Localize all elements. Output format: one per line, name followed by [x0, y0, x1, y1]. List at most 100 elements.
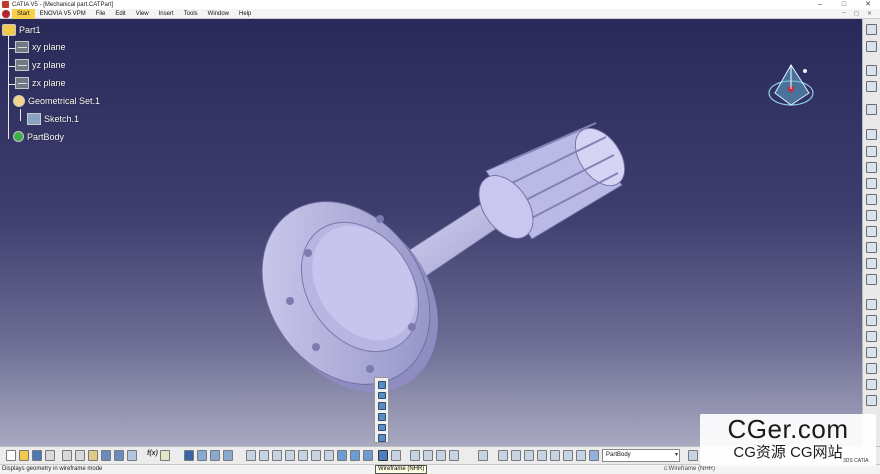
normal-view-icon[interactable]	[298, 450, 308, 461]
copy-icon[interactable]	[75, 450, 85, 461]
iso-view-icon[interactable]	[324, 450, 334, 461]
customize-view-icon[interactable]	[377, 434, 386, 443]
current-body-dropdown[interactable]: PartBody ▾	[602, 449, 680, 462]
close-button[interactable]: ✕	[856, 0, 880, 9]
shading-icon[interactable]	[377, 381, 386, 389]
cut-icon[interactable]	[62, 450, 72, 461]
tree-node-zx-plane[interactable]: zx plane	[15, 77, 66, 89]
menu-insert[interactable]: Insert	[154, 9, 179, 19]
assemble-icon[interactable]	[511, 450, 521, 461]
measure-icon[interactable]	[197, 450, 207, 461]
sketcher-icon[interactable]	[866, 24, 877, 35]
draft-icon[interactable]	[866, 299, 877, 310]
chamfer-icon[interactable]	[866, 274, 877, 285]
menu-window[interactable]: Window	[203, 9, 234, 19]
apply-material-icon[interactable]	[449, 450, 459, 461]
thread-icon[interactable]	[866, 347, 877, 358]
command-input[interactable]: c:Wireframe (NHR)	[664, 465, 715, 474]
catalog-icon[interactable]	[478, 450, 488, 461]
render-style-icon[interactable]	[391, 450, 401, 461]
sketch-icon	[27, 113, 41, 125]
doc-close-button[interactable]: ✕	[867, 10, 872, 17]
new-file-icon[interactable]	[6, 450, 16, 461]
add-icon[interactable]	[524, 450, 534, 461]
knowledge-icon[interactable]	[160, 450, 170, 461]
define-in-work-object-icon[interactable]	[688, 450, 698, 461]
shading-edges-hidden-icon[interactable]	[377, 402, 386, 411]
menu-tools[interactable]: Tools	[179, 9, 203, 19]
boolean-icon[interactable]	[498, 450, 508, 461]
constraint-icon[interactable]	[423, 450, 433, 461]
thickness-icon[interactable]	[866, 331, 877, 342]
pocket-icon[interactable]	[866, 146, 877, 157]
macro-icon[interactable]	[184, 450, 194, 461]
pan-icon[interactable]	[246, 450, 256, 461]
minimize-button[interactable]: –	[808, 0, 832, 9]
doc-restore-button[interactable]: ◻	[854, 10, 859, 17]
tree-node-xy-plane[interactable]: xy plane	[15, 41, 66, 53]
shell-icon[interactable]	[866, 315, 877, 326]
tree-node-part1[interactable]: Part1	[2, 24, 41, 36]
fly-mode-icon[interactable]	[210, 450, 220, 461]
groove-icon[interactable]	[866, 178, 877, 189]
wireframe-mode-icon[interactable]	[378, 450, 388, 461]
rotate-icon[interactable]	[259, 450, 269, 461]
remove-lump-icon[interactable]	[576, 450, 586, 461]
slot-icon[interactable]	[866, 226, 877, 237]
analysis-icon[interactable]	[436, 450, 446, 461]
tree-label: yz plane	[32, 60, 66, 70]
3d-viewport[interactable]: Part1 xy plane yz plane zx plane Geometr…	[0, 19, 862, 446]
redo-icon[interactable]	[114, 450, 124, 461]
wireframe-icon[interactable]	[377, 423, 386, 432]
rib-icon[interactable]	[866, 210, 877, 221]
workbench-icon[interactable]	[866, 104, 877, 115]
stiffener-icon[interactable]	[866, 242, 877, 253]
compass-rotation-handle[interactable]	[803, 69, 807, 73]
pattern-icon[interactable]	[866, 379, 877, 390]
remove-icon[interactable]	[537, 450, 547, 461]
mechanical-part-model[interactable]	[250, 89, 650, 409]
menu-edit[interactable]: Edit	[110, 9, 130, 19]
zoom-in-icon[interactable]	[272, 450, 282, 461]
intersect-icon[interactable]	[550, 450, 560, 461]
paste-icon[interactable]	[88, 450, 98, 461]
fit-all-icon[interactable]	[223, 450, 233, 461]
tree-node-yz-plane[interactable]: yz plane	[15, 59, 66, 71]
formula-button[interactable]: f(x)	[147, 450, 158, 457]
swap-visible-space-icon[interactable]	[363, 450, 373, 461]
print-icon[interactable]	[45, 450, 55, 461]
fillet-icon[interactable]	[866, 258, 877, 269]
tree-node-partbody[interactable]: PartBody	[13, 131, 64, 142]
menu-help[interactable]: Help	[234, 9, 256, 19]
mirror-icon[interactable]	[866, 363, 877, 374]
maximize-button[interactable]: □	[832, 0, 856, 9]
menu-view[interactable]: View	[131, 9, 154, 19]
point-icon[interactable]	[866, 81, 877, 92]
exit-workbench-icon[interactable]	[866, 65, 877, 76]
menu-start[interactable]: Start	[12, 8, 35, 19]
save-icon[interactable]	[32, 450, 42, 461]
menu-enovia[interactable]: ENOVIA V5 VPM	[35, 9, 91, 19]
pad-icon[interactable]	[866, 129, 877, 140]
material-shading-icon[interactable]	[377, 413, 386, 421]
hole-icon[interactable]	[866, 194, 877, 205]
menu-file[interactable]: File	[91, 9, 111, 19]
undo-icon[interactable]	[101, 450, 111, 461]
shaft-icon[interactable]	[866, 162, 877, 173]
tree-node-geometrical-set[interactable]: Geometrical Set.1	[13, 95, 100, 107]
shading-with-edges-icon[interactable]	[377, 391, 386, 400]
part-body-icon[interactable]	[589, 450, 599, 461]
zoom-out-icon[interactable]	[285, 450, 295, 461]
multi-view-icon[interactable]	[311, 450, 321, 461]
tree-node-sketch[interactable]: Sketch.1	[27, 113, 79, 125]
open-file-icon[interactable]	[19, 450, 29, 461]
update-icon[interactable]	[410, 450, 420, 461]
plane-icon[interactable]	[866, 41, 877, 52]
doc-minimize-button[interactable]: –	[843, 10, 846, 17]
scaling-icon[interactable]	[866, 395, 877, 406]
hide-show-icon[interactable]	[350, 450, 360, 461]
union-trim-icon[interactable]	[563, 450, 573, 461]
whats-this-icon[interactable]	[127, 450, 137, 461]
shading-mode-icon[interactable]	[337, 450, 347, 461]
compass-widget[interactable]	[765, 59, 821, 115]
